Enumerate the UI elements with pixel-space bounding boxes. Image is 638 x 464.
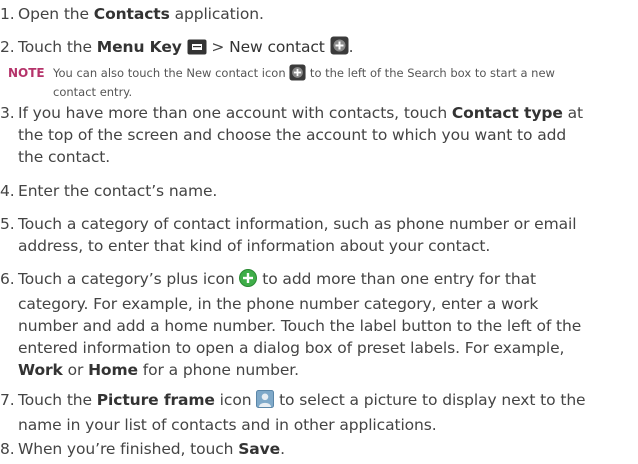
step-text: application. bbox=[169, 5, 264, 23]
instruction-page: 1. Open the Contacts application. 2. Touch… bbox=[0, 0, 638, 464]
menu-key-label: Menu Key bbox=[96, 38, 182, 56]
step-text: Touch a category of contact information,… bbox=[18, 215, 577, 233]
step-text: Open the bbox=[18, 5, 94, 23]
step-4: 4. Enter the contact’s name. bbox=[0, 180, 638, 202]
step-number: 3. bbox=[0, 104, 15, 122]
step-8: 8. When you’re finished, touch Save. bbox=[0, 438, 638, 460]
step-text: Touch a category’s plus icon bbox=[18, 270, 240, 288]
note-text: to the left of the Search box to start a… bbox=[306, 66, 555, 80]
step-6: 6. Touch a category’s plus icon to add mo… bbox=[0, 268, 638, 381]
step-text: entered information to open a dialog box… bbox=[18, 339, 565, 357]
contact-type-label: Contact type bbox=[451, 104, 563, 122]
step-2: 2. Touch the Menu Key > New contact . bbox=[0, 36, 638, 61]
note-box: NOTE You can also touch the New contact i… bbox=[0, 64, 638, 100]
step-7: 7. Touch the Picture frame icon to select… bbox=[0, 389, 638, 436]
step-text: Touch the bbox=[18, 391, 97, 409]
step-number: 1. bbox=[0, 5, 15, 23]
step-number: 6. bbox=[0, 270, 15, 288]
save-label: Save bbox=[238, 440, 281, 458]
home-label: Home bbox=[88, 361, 138, 379]
step-number: 5. bbox=[0, 215, 15, 233]
step-text: at bbox=[562, 104, 583, 122]
note-text: You can also touch the New contact icon bbox=[53, 66, 290, 80]
new-contact-icon bbox=[330, 36, 349, 61]
menu-key-icon bbox=[187, 39, 207, 61]
step-text: category. For example, in the phone numb… bbox=[18, 295, 539, 313]
work-label: Work bbox=[18, 361, 63, 379]
step-3: 3. If you have more than one account with… bbox=[0, 102, 638, 168]
note-label: NOTE bbox=[8, 66, 45, 80]
step-text: . bbox=[280, 440, 285, 458]
step-text: If you have more than one account with c… bbox=[18, 104, 452, 122]
step-number: 4. bbox=[0, 182, 15, 200]
step-text: for a phone number. bbox=[137, 361, 299, 379]
picture-frame-label: Picture frame bbox=[96, 391, 215, 409]
step-text: the contact. bbox=[18, 148, 111, 166]
picture-frame-icon bbox=[256, 390, 275, 414]
step-number: 8. bbox=[0, 440, 15, 458]
step-text: number and add a home number. Touch the … bbox=[18, 317, 582, 335]
new-contact-label: New contact bbox=[229, 38, 325, 56]
step-number: 2. bbox=[0, 38, 15, 56]
step-text: address, to enter that kind of informati… bbox=[18, 237, 491, 255]
step-text: . bbox=[348, 38, 354, 56]
step-text: to select a picture to display next to t… bbox=[274, 391, 586, 409]
new-contact-icon bbox=[289, 64, 306, 85]
step-text: the top of the screen and choose the acc… bbox=[18, 126, 567, 144]
step-text: Touch the bbox=[18, 38, 97, 56]
step-number: 7. bbox=[0, 391, 15, 409]
step-text: name in your list of contacts and in oth… bbox=[18, 416, 437, 434]
plus-icon bbox=[239, 269, 258, 293]
step-text: When you’re finished, touch bbox=[18, 440, 239, 458]
step-text: icon bbox=[214, 391, 257, 409]
contacts-app-label: Contacts bbox=[93, 5, 170, 23]
step-text: Enter the contact’s name. bbox=[18, 182, 218, 200]
step-text: > bbox=[206, 38, 230, 56]
step-text: to add more than one entry for that bbox=[257, 270, 536, 288]
step-1: 1. Open the Contacts application. bbox=[0, 3, 638, 25]
note-text: contact entry. bbox=[53, 85, 133, 99]
step-5: 5. Touch a category of contact informatio… bbox=[0, 213, 638, 257]
step-text: or bbox=[62, 361, 89, 379]
